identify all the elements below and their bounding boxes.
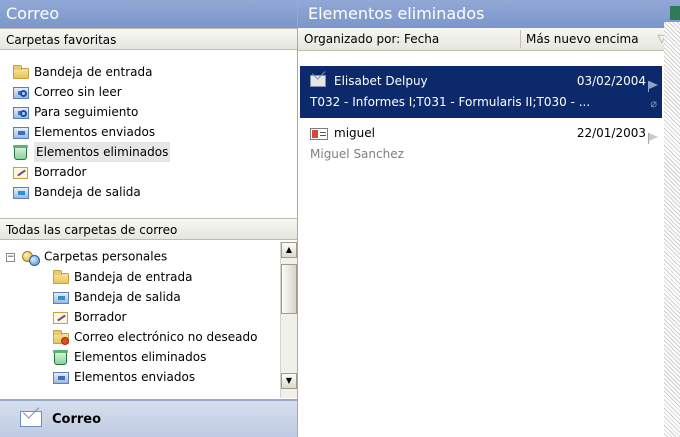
- drafts-icon: [52, 309, 70, 325]
- sent-items-icon: [12, 124, 30, 140]
- scroll-up-arrow-icon[interactable]: ▲: [281, 242, 297, 258]
- folder-label: Elementos enviados: [34, 125, 156, 139]
- tree-folder-junk[interactable]: Correo electrónico no deseado: [52, 327, 257, 347]
- search-folder-icon: [12, 84, 30, 100]
- favorite-folder-outbox[interactable]: Bandeja de salida: [12, 182, 297, 202]
- favorite-folder-drafts[interactable]: Borrador: [12, 162, 297, 182]
- all-folders-title[interactable]: Todas las carpetas de correo: [0, 218, 297, 240]
- favorite-folder-sent[interactable]: Elementos enviados: [12, 122, 297, 142]
- folder-header-title: Elementos eliminados: [308, 4, 485, 23]
- message-row[interactable]: miguel 22/01/2003 Miguel Sanchez: [300, 118, 662, 170]
- folder-label: Bandeja de entrada: [34, 65, 153, 79]
- favorite-folders-list: Bandeja de entrada Correo sin leer Para …: [12, 62, 297, 202]
- all-folders-tree: − Carpetas personales Bandeja de entrada …: [0, 242, 297, 398]
- nav-pane-header: Correo: [0, 0, 297, 28]
- folder-label: Bandeja de salida: [34, 185, 141, 199]
- folder-label: Para seguimiento: [34, 105, 139, 119]
- outbox-icon: [12, 184, 30, 200]
- sent-items-icon: [52, 369, 70, 385]
- column-separator: [520, 30, 521, 48]
- favorite-folder-inbox[interactable]: Bandeja de entrada: [12, 62, 297, 82]
- message-date: 03/02/2004: [576, 74, 646, 88]
- favorite-folder-unread[interactable]: Correo sin leer: [12, 82, 297, 102]
- mail-navigation-button[interactable]: Correo: [0, 399, 297, 437]
- collapse-expander-icon[interactable]: −: [6, 252, 15, 262]
- tree-root-label: Carpetas personales: [44, 249, 168, 264]
- tree-folder-outbox[interactable]: Bandeja de salida: [52, 287, 257, 307]
- tree-folder-inbox[interactable]: Bandeja de entrada: [52, 267, 257, 287]
- message-preview: Miguel Sanchez: [310, 147, 404, 161]
- favorite-folder-deleted[interactable]: Elementos eliminados: [12, 142, 297, 162]
- follow-up-flag-icon[interactable]: [648, 132, 658, 144]
- favorite-folders-title[interactable]: Carpetas favoritas: [0, 28, 297, 50]
- inbox-folder-icon: [52, 269, 70, 285]
- read-envelope-icon: [310, 75, 326, 87]
- scroll-down-arrow-icon[interactable]: ▼: [281, 373, 297, 389]
- folder-label: Borrador: [74, 310, 127, 324]
- search-folder-icon: [12, 104, 30, 120]
- sort-order-button[interactable]: Más nuevo encima: [526, 28, 639, 50]
- mail-envelope-icon: [20, 411, 42, 427]
- drafts-icon: [12, 164, 30, 180]
- folder-label: Correo sin leer: [34, 85, 122, 99]
- deleted-items-icon: [52, 349, 70, 365]
- pane-splitter[interactable]: [664, 22, 680, 437]
- scrollbar-thumb[interactable]: [281, 264, 297, 314]
- message-preview: T032 - Informes I;T031 - Formularis II;T…: [310, 95, 591, 109]
- pane-edge-icon: [670, 6, 680, 20]
- tree-children: Bandeja de entrada Bandeja de salida Bor…: [52, 267, 257, 387]
- folder-header: Elementos eliminados: [298, 0, 680, 28]
- tree-root-personal-folders[interactable]: − Carpetas personales: [6, 249, 168, 266]
- tree-folder-sent[interactable]: Elementos enviados: [52, 367, 257, 387]
- message-sender: miguel: [334, 126, 375, 140]
- contact-card-icon: [310, 128, 328, 140]
- arrangement-bar: Organizado por: Fecha Más nuevo encima ▽: [298, 28, 680, 51]
- message-sender: Elisabet Delpuy: [334, 74, 428, 88]
- navigation-pane: Correo Carpetas favoritas Bandeja de ent…: [0, 0, 298, 437]
- arranged-by-button[interactable]: Organizado por: Fecha: [304, 28, 439, 50]
- folder-label: Bandeja de salida: [74, 290, 181, 304]
- mail-button-label: Correo: [52, 411, 102, 427]
- folder-label: Correo electrónico no deseado: [74, 330, 258, 344]
- message-list-pane: Elementos eliminados Organizado por: Fec…: [298, 0, 680, 437]
- folder-label: Elementos enviados: [74, 370, 196, 384]
- folder-label: Elementos eliminados: [34, 142, 171, 162]
- tree-folder-deleted[interactable]: Elementos eliminados: [52, 347, 257, 367]
- tree-folder-drafts[interactable]: Borrador: [52, 307, 257, 327]
- message-row[interactable]: Elisabet Delpuy 03/02/2004 T032 - Inform…: [300, 66, 662, 118]
- follow-up-flag-icon[interactable]: [648, 80, 658, 92]
- tree-vertical-scrollbar[interactable]: ▲ ▼: [280, 242, 297, 398]
- attachment-icon: ⌀: [650, 97, 657, 110]
- folder-label: Elementos eliminados: [74, 350, 207, 364]
- junk-mail-icon: [52, 329, 70, 345]
- inbox-folder-icon: [12, 64, 30, 80]
- outbox-icon: [52, 289, 70, 305]
- deleted-items-icon: [12, 144, 30, 160]
- personal-folders-icon: [20, 249, 40, 266]
- message-date: 22/01/2003: [576, 126, 646, 140]
- folder-label: Bandeja de entrada: [74, 270, 193, 284]
- favorite-folder-followup[interactable]: Para seguimiento: [12, 102, 297, 122]
- folder-label: Borrador: [34, 165, 87, 179]
